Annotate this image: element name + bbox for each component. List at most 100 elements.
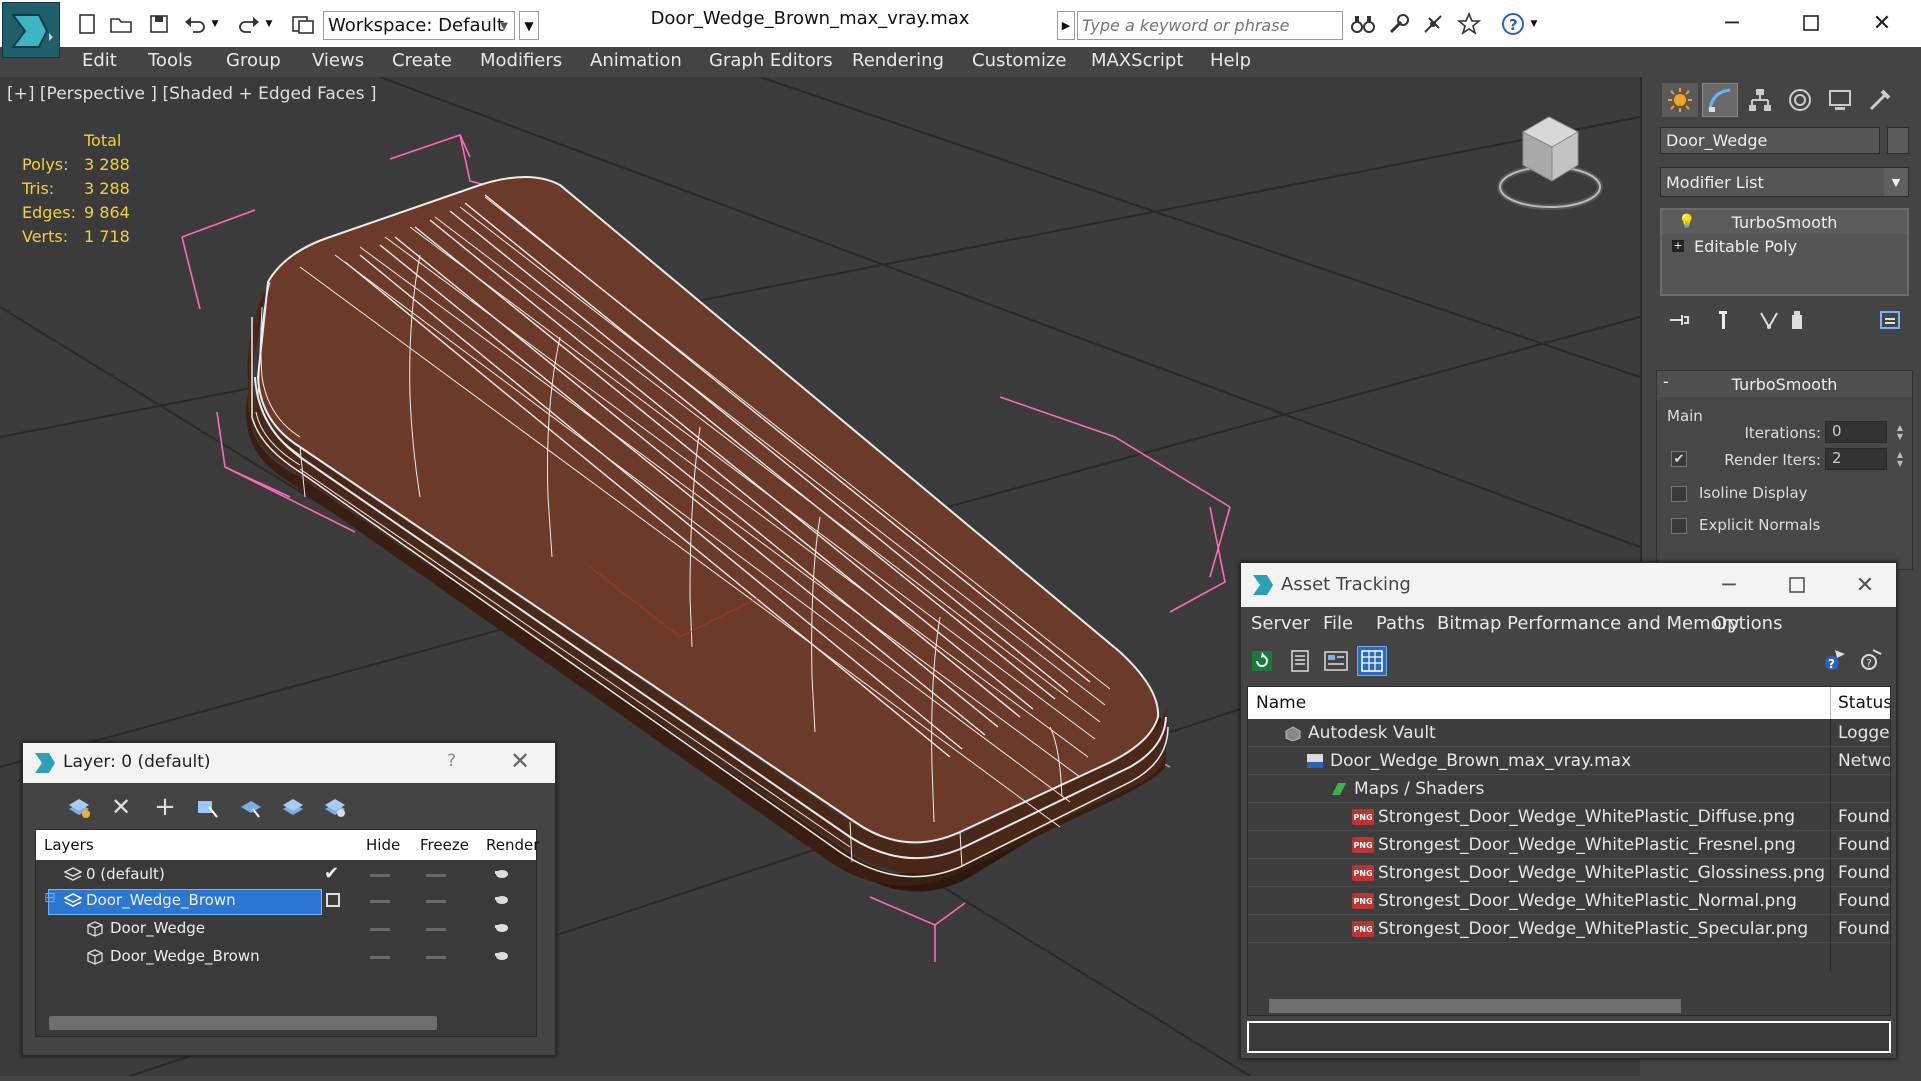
tab-modify[interactable] [1702, 83, 1738, 117]
close-button[interactable]: ✕ [1862, 6, 1902, 40]
wrench-key-icon[interactable] [1386, 11, 1412, 37]
object-name-field[interactable]: Door_Wedge [1660, 127, 1880, 154]
teapot-render-icon[interactable] [494, 867, 510, 879]
asset-row[interactable]: PNG Strongest_Door_Wedge_WhitePlastic_Gl… [1248, 859, 1890, 887]
delete-layer-icon[interactable]: ✕ [107, 793, 135, 821]
column-freeze[interactable]: Freeze [420, 836, 469, 854]
menu-create[interactable]: Create [392, 50, 452, 71]
iterations-input[interactable]: 0 [1825, 421, 1887, 443]
menu-graph-editors[interactable]: Graph Editors [709, 50, 833, 71]
select-layer-icon[interactable] [237, 793, 265, 821]
menu-help[interactable]: Help [1210, 50, 1251, 71]
asset-row[interactable]: Door_Wedge_Brown_max_vray.max Networ [1248, 747, 1890, 775]
set-current-layer-icon[interactable] [279, 793, 307, 821]
asset-row[interactable]: PNG Strongest_Door_Wedge_WhitePlastic_Fr… [1248, 831, 1890, 859]
redo-icon[interactable] [236, 11, 262, 37]
explicit-normals-checkbox[interactable] [1671, 518, 1687, 534]
spinner-arrows-icon[interactable]: ▲ ▼ [1897, 450, 1903, 468]
freeze-toggle[interactable] [426, 874, 446, 877]
freeze-toggle[interactable] [426, 900, 446, 903]
horizontal-scrollbar[interactable] [49, 1016, 437, 1030]
help-dropdown-icon[interactable]: ▼ [1527, 11, 1541, 37]
asset-dialog-titlebar[interactable]: Asset Tracking ─ ✕ [1241, 563, 1896, 607]
expand-plus-icon[interactable]: + [1672, 240, 1684, 252]
viewport-label[interactable]: [+] [Perspective ] [Shaded + Edged Faces… [7, 84, 376, 104]
help-button[interactable]: ? [447, 751, 456, 771]
save-icon[interactable] [146, 11, 172, 37]
asset-menu-options[interactable]: Options [1713, 613, 1782, 634]
freeze-toggle[interactable] [426, 956, 446, 959]
add-to-layer-icon[interactable]: + [151, 792, 179, 822]
layer-row[interactable]: Door_Wedge [36, 917, 536, 941]
app-logo-button[interactable] [2, 2, 60, 58]
hide-toggle[interactable] [370, 874, 390, 877]
undo-dropdown-icon[interactable]: ▼ [208, 11, 222, 37]
collapse-minus-icon[interactable]: ⊟ [44, 890, 56, 906]
column-name[interactable]: Name [1256, 693, 1306, 713]
stack-item-turbosmooth[interactable]: 💡 TurboSmooth [1662, 210, 1907, 234]
configure-modifier-sets-icon[interactable] [1878, 307, 1904, 333]
workspace-menu-button[interactable]: ▼ [519, 11, 539, 40]
make-unique-icon[interactable] [1756, 307, 1782, 333]
freeze-toggle[interactable] [426, 928, 446, 931]
layer-row[interactable]: Door_Wedge_Brown [36, 945, 536, 969]
show-end-result-icon[interactable] [1710, 307, 1736, 333]
minimize-button[interactable]: ─ [1709, 569, 1749, 601]
search-expand-button[interactable]: ▶ [1057, 11, 1075, 40]
spinner-arrows-icon[interactable]: ▲ ▼ [1897, 423, 1903, 441]
communication-center-icon[interactable] [1420, 11, 1446, 37]
tab-display[interactable] [1822, 83, 1858, 117]
layer-row[interactable]: 0 (default) ✔ [36, 863, 536, 887]
column-status[interactable]: Status [1838, 693, 1890, 713]
remove-modifier-icon[interactable] [1784, 307, 1810, 333]
column-separator[interactable] [1830, 687, 1831, 719]
column-render[interactable]: Render [486, 836, 539, 854]
layer-row-selected[interactable]: ⊟ Door_Wedge_Brown [36, 889, 536, 915]
asset-row[interactable]: PNG Strongest_Door_Wedge_WhitePlastic_No… [1248, 887, 1890, 915]
maximize-button[interactable] [1777, 569, 1817, 601]
tab-create[interactable] [1662, 83, 1698, 117]
pin-stack-icon[interactable] [1666, 307, 1692, 333]
undo-icon[interactable] [182, 11, 208, 37]
select-in-layer-icon[interactable] [193, 793, 221, 821]
hide-toggle[interactable] [370, 900, 390, 903]
asset-help-icon[interactable]: ? [1819, 646, 1849, 676]
search-input[interactable] [1078, 12, 1342, 39]
teapot-render-icon[interactable] [494, 893, 510, 905]
thumbnail-view-icon[interactable] [1321, 646, 1351, 676]
asset-row[interactable]: Maps / Shaders [1248, 775, 1890, 803]
column-layers[interactable]: Layers [44, 836, 94, 854]
open-folder-icon[interactable] [108, 11, 134, 37]
project-folder-icon[interactable] [290, 11, 316, 37]
modifier-list-dropdown[interactable]: Modifier List ▼ [1660, 167, 1909, 197]
lightbulb-icon[interactable]: 💡 [1678, 214, 1695, 230]
maximize-button[interactable] [1791, 6, 1831, 40]
tab-hierarchy[interactable] [1742, 83, 1778, 117]
tab-motion[interactable] [1782, 83, 1818, 117]
teapot-render-icon[interactable] [494, 949, 510, 961]
set-current-box-icon[interactable] [326, 893, 340, 907]
workspace-dropdown[interactable]: Workspace: Default ▼ [323, 11, 515, 40]
column-hide[interactable]: Hide [366, 836, 400, 854]
stack-item-editable-poly[interactable]: + Editable Poly [1662, 234, 1907, 258]
render-iters-input[interactable]: 2 [1825, 448, 1887, 470]
close-button[interactable]: ✕ [1845, 569, 1885, 601]
favorites-star-icon[interactable] [1456, 11, 1482, 37]
menu-maxscript[interactable]: MAXScript [1091, 50, 1183, 71]
current-layer-check-icon[interactable]: ✔ [324, 863, 339, 884]
tab-utilities[interactable] [1862, 83, 1898, 117]
menu-views[interactable]: Views [312, 50, 364, 71]
asset-row[interactable]: PNG Strongest_Door_Wedge_WhitePlastic_Sp… [1248, 915, 1890, 943]
refresh-icon[interactable] [1247, 646, 1277, 676]
new-file-icon[interactable] [74, 11, 100, 37]
minimize-button[interactable]: ─ [1712, 6, 1752, 40]
teapot-render-icon[interactable] [494, 921, 510, 933]
table-view-icon[interactable] [1357, 646, 1387, 676]
layer-properties-icon[interactable] [321, 793, 349, 821]
redo-dropdown-icon[interactable]: ▼ [262, 11, 276, 37]
menu-rendering[interactable]: Rendering [852, 50, 944, 71]
menu-group[interactable]: Group [226, 50, 281, 71]
search-field[interactable] [1077, 11, 1343, 40]
asset-path-field[interactable] [1247, 1021, 1891, 1053]
isoline-display-checkbox[interactable] [1671, 486, 1687, 502]
